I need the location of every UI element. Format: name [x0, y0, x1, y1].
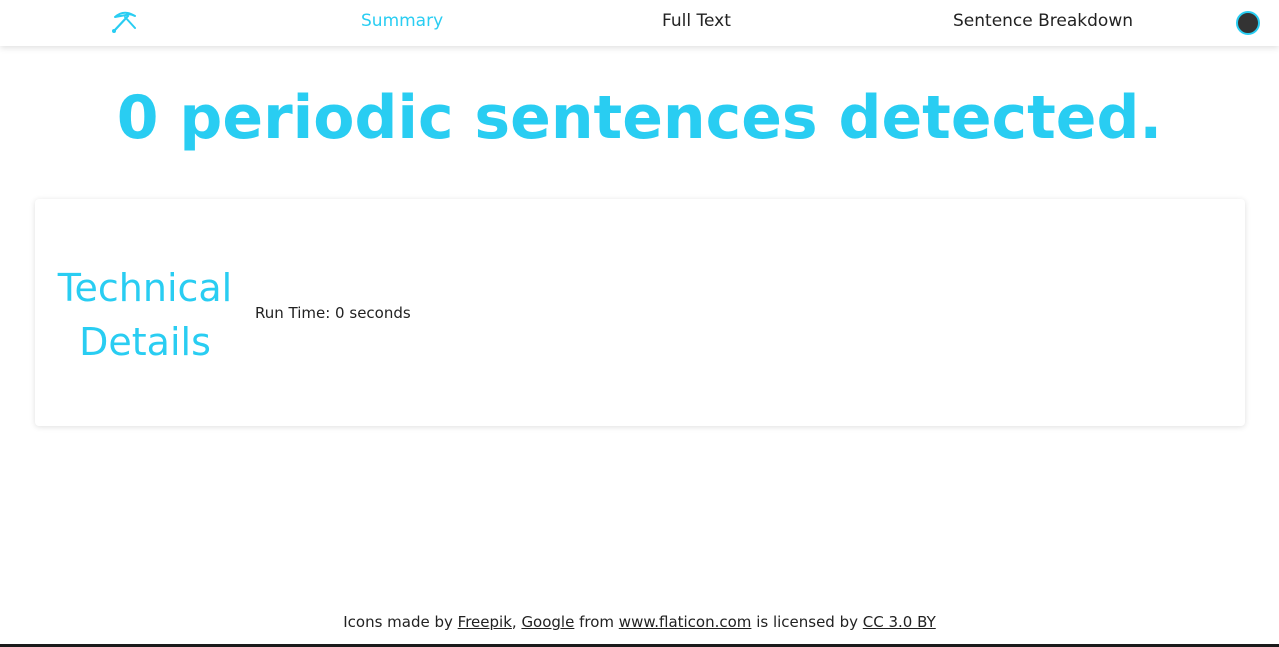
footer-credits: Icons made by Freepik, Google from www.f… — [0, 612, 1279, 632]
footer-licensed: is licensed by — [751, 613, 863, 631]
nav-full-text[interactable]: Full Text — [662, 11, 731, 31]
top-nav: Summary Full Text Sentence Breakdown — [0, 0, 1279, 46]
technical-title-line2: Details — [79, 320, 211, 364]
technical-details-card: Technical Details Run Time: 0 seconds — [35, 199, 1245, 426]
footer-link-flaticon[interactable]: www.flaticon.com — [619, 613, 752, 631]
footer-link-freepik[interactable]: Freepik — [458, 613, 512, 631]
dark-mode-toggle[interactable] — [1236, 11, 1260, 35]
technical-details-title: Technical Details — [35, 261, 255, 369]
nav-sentence-breakdown[interactable]: Sentence Breakdown — [953, 11, 1133, 31]
technical-title-line1: Technical — [57, 266, 233, 310]
footer-link-license[interactable]: CC 3.0 BY — [863, 613, 936, 631]
footer-separator: , — [511, 613, 522, 631]
run-time-text: Run Time: 0 seconds — [255, 304, 411, 322]
footer-from: from — [574, 613, 619, 631]
pickaxe-icon[interactable] — [110, 8, 138, 36]
nav-summary[interactable]: Summary — [361, 11, 443, 31]
result-headline: 0 periodic sentences detected. — [116, 83, 1163, 153]
footer-link-google[interactable]: Google — [521, 613, 574, 631]
footer-prefix: Icons made by — [343, 613, 458, 631]
